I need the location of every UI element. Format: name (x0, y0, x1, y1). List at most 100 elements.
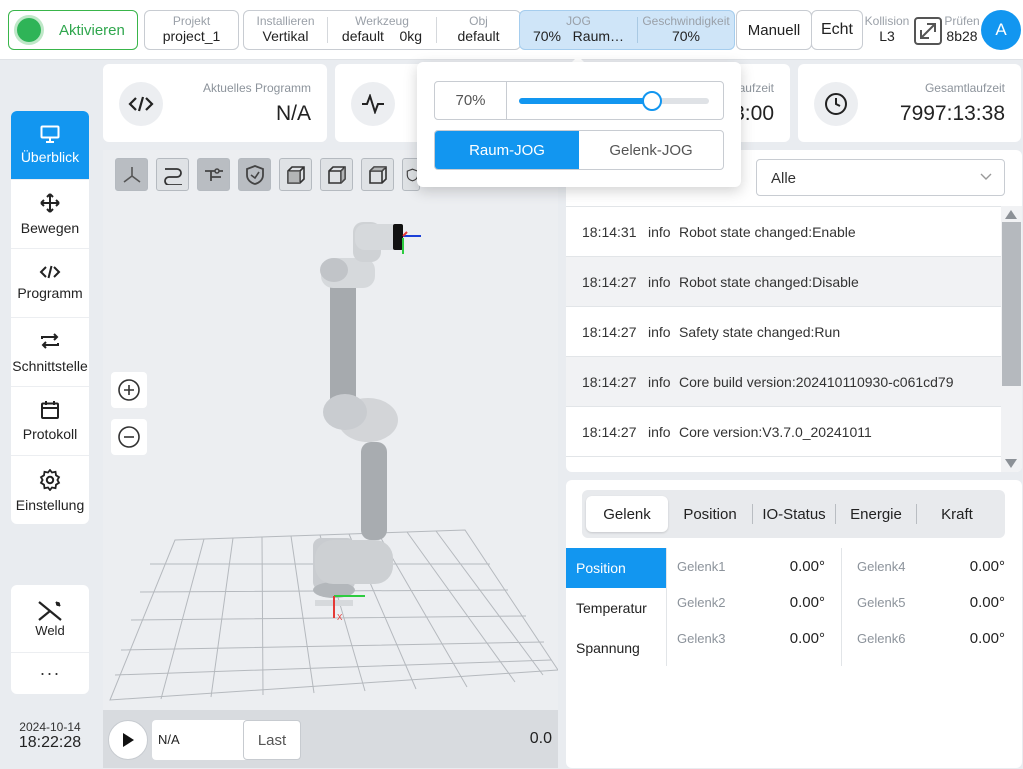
install-caption: Installieren (256, 14, 315, 28)
total-runtime-card: Gesamtlaufzeit 7997:13:38 (798, 64, 1021, 142)
jog-selector[interactable]: JOG 70% Raum… (520, 11, 637, 49)
more-button[interactable]: ··· (11, 653, 89, 693)
object-value: default (457, 28, 500, 44)
sidebar-item-label: Bewegen (20, 220, 80, 236)
joint-name: Gelenk5 (857, 594, 906, 610)
slider-fill (519, 98, 652, 104)
joint-name: Gelenk2 (677, 594, 726, 610)
log-list[interactable]: 18:14:31 info Robot state changed:Enable… (566, 206, 1001, 472)
joint-row: Gelenk2 0.00° (677, 584, 825, 620)
view-safety-button[interactable] (238, 158, 271, 191)
view-tool-button[interactable] (197, 158, 230, 191)
joint-value: 0.00° (789, 557, 825, 575)
log-row[interactable]: 18:14:31 info Robot state changed:Enable (566, 207, 1001, 257)
joint-jog-button[interactable]: Gelenk-JOG (579, 131, 723, 169)
scroll-down-icon[interactable] (1005, 459, 1017, 468)
weld-button[interactable]: Weld (11, 585, 89, 653)
speed-selector[interactable]: Geschwindigkeit 70% (638, 11, 734, 49)
log-level: info (648, 423, 671, 440)
log-filter-select[interactable]: Alle (756, 159, 1005, 196)
joint-row: Gelenk3 0.00° (677, 620, 825, 656)
joint-value: 0.00° (789, 593, 825, 611)
slider-handle[interactable] (642, 91, 662, 111)
last-button[interactable]: Last (243, 720, 301, 760)
jog-percent-input[interactable]: 70% (435, 82, 507, 119)
tab-energie[interactable]: Energie (836, 496, 916, 532)
submenu-voltage[interactable]: Spannung (566, 628, 666, 668)
clock-icon (814, 82, 858, 126)
view-top-button[interactable] (361, 158, 394, 191)
scroll-thumb[interactable] (1002, 222, 1021, 386)
space-jog-button[interactable]: Raum-JOG (435, 131, 579, 169)
swap-icon (41, 333, 59, 349)
zoom-in-button[interactable] (111, 372, 147, 408)
object-selector[interactable]: Obj default (437, 11, 520, 49)
log-message: Robot state changed:Disable (679, 273, 859, 290)
tab-kraft[interactable]: Kraft (917, 496, 997, 532)
play-button[interactable] (108, 720, 148, 760)
manual-mode-button[interactable]: Manuell (736, 10, 812, 50)
project-selector[interactable]: Projekt project_1 (144, 10, 239, 50)
jog-speed-group: JOG 70% Raum… Geschwindigkeit 70% (519, 10, 735, 50)
current-program-card: Aktuelles Programm N/A (103, 64, 327, 142)
gear-icon (39, 468, 61, 491)
real-mode-button[interactable]: Echt (811, 10, 863, 50)
tab-position[interactable]: Position (668, 496, 752, 532)
user-avatar[interactable]: A (981, 10, 1021, 50)
view-axes-button[interactable] (115, 158, 148, 191)
current-date: 2024-10-14 (19, 720, 81, 734)
log-row[interactable]: 18:14:27 info Robot state changed:Disabl… (566, 257, 1001, 307)
submenu-position[interactable]: Position (566, 548, 666, 588)
sidebar-item-log[interactable]: Protokoll (11, 387, 89, 456)
log-level: info (648, 323, 671, 340)
install-selector[interactable]: Installieren Vertikal (244, 11, 327, 49)
tool-caption: Werkzeug (355, 14, 409, 28)
log-row[interactable]: 18:14:27 info Core build version:2024101… (566, 357, 1001, 407)
install-value: Vertikal (262, 28, 309, 44)
joint-row: Gelenk5 0.00° (857, 584, 1005, 620)
zoom-out-button[interactable] (111, 419, 147, 455)
check-value: 8b28 (946, 28, 978, 44)
collision-indicator[interactable]: Kollision L3 (864, 14, 910, 44)
log-row[interactable]: 18:14:27 info Core version:V3.7.0_202410… (566, 407, 1001, 457)
speed-caption: Geschwindigkeit (642, 14, 730, 28)
log-panel: : Alle 18:14:31 info Robot state changed… (566, 150, 1022, 472)
sidebar-item-label: Schnittstelle (12, 358, 88, 374)
sidebar-item-move[interactable]: Bewegen (11, 180, 89, 249)
total-runtime-value: 7997:13:38 (899, 102, 1005, 125)
current-program-caption: Aktuelles Programm (202, 81, 311, 95)
scroll-up-icon[interactable] (1005, 210, 1017, 219)
sidebar-item-overview[interactable]: Überblick (11, 111, 89, 180)
tab-gelenk[interactable]: Gelenk (586, 496, 668, 532)
tool-selector[interactable]: Werkzeug default 0kg (328, 11, 436, 49)
jog-mode: Raum… (572, 28, 625, 44)
activity-icon (351, 82, 395, 126)
zoom-out-icon (118, 426, 140, 448)
joint-value: 0.00° (969, 557, 1005, 575)
playback-bar: N/A Last 0.0 (103, 710, 558, 768)
tool-mass: 0kg (399, 28, 423, 44)
submenu-temperature[interactable]: Temperatur (566, 588, 666, 628)
check-indicator[interactable]: Prüfen 8b28 (943, 14, 981, 44)
sidebar: Überblick Bewegen Programm Schnittstelle… (11, 111, 89, 524)
robot-3d-view[interactable]: X N/A Last 0.0 (103, 150, 558, 768)
robot-scene: X (109, 222, 558, 701)
sidebar-item-interface[interactable]: Schnittstelle (11, 318, 89, 387)
sidebar-item-program[interactable]: Programm (11, 249, 89, 318)
activate-button[interactable]: Aktivieren (8, 10, 138, 50)
expand-icon[interactable] (913, 16, 943, 46)
log-scrollbar[interactable] (1001, 206, 1022, 472)
sidebar-item-settings[interactable]: Einstellung (11, 456, 89, 524)
log-row[interactable]: 18:14:27 info Safety state changed:Run (566, 307, 1001, 357)
jog-speed-slider[interactable] (519, 91, 709, 111)
tab-io-status[interactable]: IO-Status (753, 496, 835, 532)
weld-label: Weld (35, 623, 65, 638)
jog-caption: JOG (566, 14, 591, 28)
cube-side-icon (327, 165, 346, 184)
joint-tabs: Gelenk Position IO-Status Energie Kraft (582, 490, 1005, 538)
view-path-button[interactable] (156, 158, 189, 191)
axes-icon (123, 166, 140, 183)
log-level: info (648, 373, 671, 390)
view-side-button[interactable] (320, 158, 353, 191)
view-front-button[interactable] (279, 158, 312, 191)
